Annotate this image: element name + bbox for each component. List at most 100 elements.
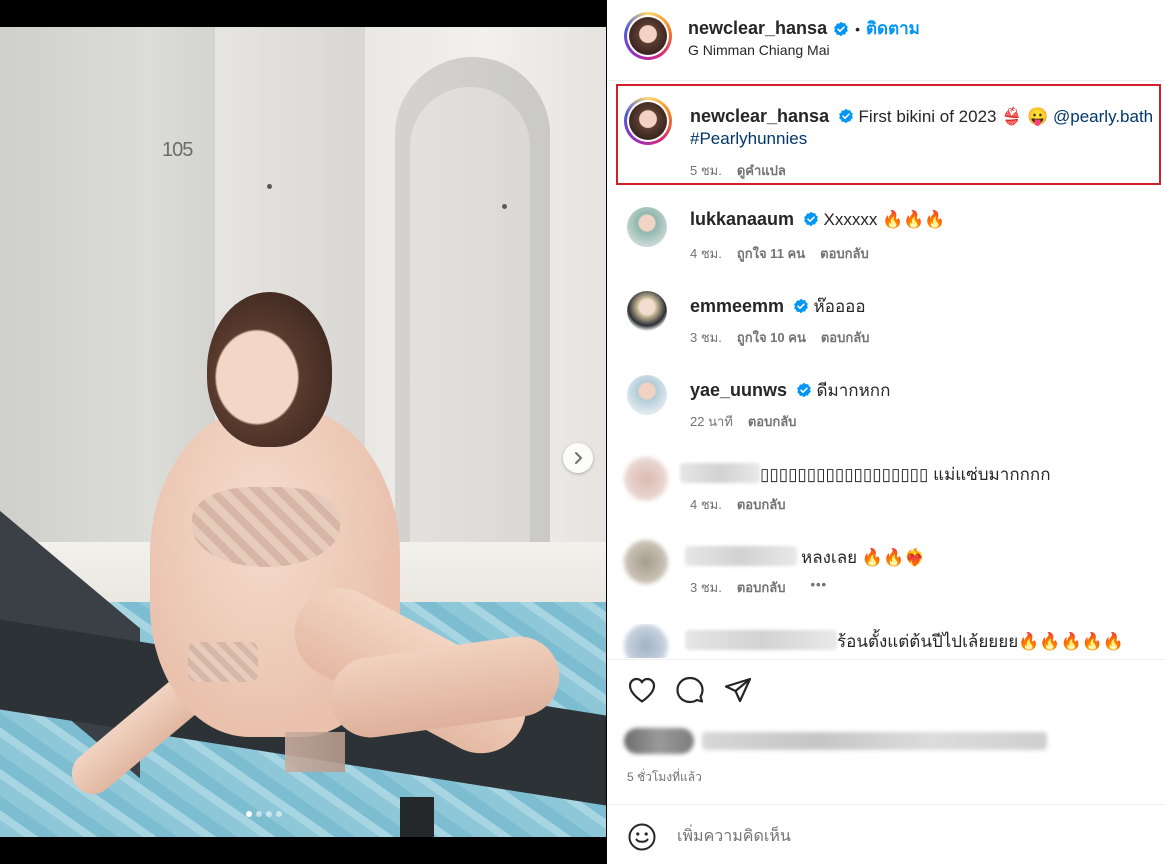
comment-item: lukkanaaum Xxxxxx 🔥🔥🔥 4 ชม. ถูกใจ 11 คน … <box>607 207 1164 267</box>
add-comment-bar <box>607 812 1164 864</box>
author-username[interactable]: newclear_hansa <box>688 18 827 39</box>
reply-button[interactable]: ตอบกลับ <box>737 577 786 598</box>
comment-text: ห๊ออออ <box>813 297 866 316</box>
comment-line: lukkanaaum Xxxxxx 🔥🔥🔥 <box>690 209 946 230</box>
comment-likes[interactable]: ถูกใจ 10 คน <box>737 327 806 348</box>
comment-time[interactable]: 4 ชม. <box>690 243 722 264</box>
see-translation-button[interactable]: ดูคำแปล <box>737 160 786 181</box>
emoji-picker-button[interactable] <box>627 822 657 857</box>
verified-badge-icon <box>839 108 853 124</box>
comment-item: emmeemm ห๊ออออ 3 ชม. ถูกใจ 10 คน ตอบกลับ <box>607 291 1164 351</box>
verified-badge-icon <box>834 21 848 36</box>
author-name-row: newclear_hansa • ติดตาม <box>688 15 920 42</box>
photo-room-number: 105 <box>162 139 193 161</box>
photo-swimwear-top <box>192 487 340 567</box>
carousel-next-button[interactable] <box>563 443 593 473</box>
comment-line: yae_uunws ดีมากหกก <box>690 377 890 404</box>
emoji-icon <box>628 823 656 851</box>
post-time-ago[interactable]: 5 ชั่วโมงที่แล้ว <box>627 768 702 787</box>
post-photo[interactable]: 105 <box>0 27 606 837</box>
divider <box>607 80 1164 81</box>
comment-time[interactable]: 22 นาที <box>690 411 733 432</box>
share-icon <box>724 677 752 703</box>
comment-line: ▯▯▯▯▯▯▯▯▯▯▯▯▯▯▯▯▯▯ แม่แซ่บมากกกก <box>680 461 1051 488</box>
comment-text: ร้อนตั้งแต่ต้นปีไปเล้ยยยย🔥🔥🔥🔥🔥 <box>837 632 1124 651</box>
chevron-right-icon <box>575 452 582 464</box>
divider <box>607 804 1164 805</box>
photo-censor-blur <box>285 732 345 772</box>
comment-item: ร้อนตั้งแต่ต้นปีไปเล้ยยยย🔥🔥🔥🔥🔥 <box>607 624 1164 658</box>
comment-input[interactable] <box>677 824 1137 850</box>
carousel-dot <box>246 811 252 817</box>
comment-meta: 4 ชม. ถูกใจ 11 คน ตอบกลับ <box>690 243 869 264</box>
divider <box>607 659 1164 660</box>
post-caption: newclear_hansa First bikini of 2023 👙 😛 … <box>607 97 1164 187</box>
comment-text: ▯▯▯▯▯▯▯▯▯▯▯▯▯▯▯▯▯▯ แม่แซ่บมากกกก <box>760 465 1051 484</box>
caption-username[interactable]: newclear_hansa <box>690 106 829 126</box>
likes-summary-blurred[interactable] <box>624 726 1047 756</box>
photo-wall-dot <box>267 184 272 189</box>
caption-line: newclear_hansa First bikini of 2023 👙 😛 … <box>690 106 1153 127</box>
comment-text: ดีมากหกก <box>816 381 891 400</box>
caption-mention-link[interactable]: @pearly.bath <box>1053 107 1153 126</box>
comment-time[interactable]: 4 ชม. <box>690 494 722 515</box>
comment-item: หลงเลย 🔥🔥❤️‍🔥 3 ชม. ตอบกลับ ••• <box>607 540 1164 600</box>
commenter-avatar-blurred[interactable] <box>624 540 668 584</box>
comment-meta: 3 ชม. ตอบกลับ ••• <box>690 577 827 598</box>
comment-time[interactable]: 3 ชม. <box>690 577 722 598</box>
carousel-indicator <box>246 811 282 817</box>
commenter-avatar[interactable] <box>627 291 667 331</box>
comment-likes[interactable]: ถูกใจ 11 คน <box>737 243 805 264</box>
share-button[interactable] <box>723 676 753 704</box>
caption-meta: 5 ชม. ดูคำแปล <box>690 160 786 181</box>
comment-line: ร้อนตั้งแต่ต้นปีไปเล้ยยยย🔥🔥🔥🔥🔥 <box>685 628 1124 655</box>
caption-time[interactable]: 5 ชม. <box>690 160 722 181</box>
carousel-dot <box>266 811 272 817</box>
reply-button[interactable]: ตอบกลับ <box>748 411 797 432</box>
reply-button[interactable]: ตอบกลับ <box>820 243 869 264</box>
comment-meta: 22 นาที ตอบกลับ <box>690 411 796 432</box>
comment-meta: 4 ชม. ตอบกลับ <box>690 494 785 515</box>
photo-lounger-leg <box>400 797 434 837</box>
photo-wall-dot <box>502 204 507 209</box>
comment-meta: 3 ชม. ถูกใจ 10 คน ตอบกลับ <box>690 327 869 348</box>
heart-icon <box>628 677 656 703</box>
caption-text: First bikini of 2023 👙 😛 <box>858 107 1054 126</box>
comment-icon <box>676 676 704 704</box>
comment-username[interactable]: emmeemm <box>690 296 784 316</box>
commenter-avatar[interactable] <box>627 375 667 415</box>
verified-badge-icon <box>803 211 818 227</box>
post-header: newclear_hansa • ติดตาม G Nimman Chiang … <box>607 0 1164 80</box>
more-options-icon[interactable]: ••• <box>810 577 827 598</box>
photo-swimwear-bottom <box>188 642 258 682</box>
photo-arch-inner <box>410 87 530 557</box>
comment-username-blurred[interactable] <box>685 546 797 566</box>
commenter-avatar-blurred[interactable] <box>624 457 668 501</box>
comment-username[interactable]: lukkanaaum <box>690 209 794 229</box>
post-actions <box>627 676 753 704</box>
caption-avatar[interactable] <box>624 97 672 145</box>
post-side-panel: newclear_hansa • ติดตาม G Nimman Chiang … <box>607 0 1164 864</box>
commenter-avatar-blurred[interactable] <box>624 624 668 658</box>
comment-username-blurred[interactable] <box>685 630 837 650</box>
reply-button[interactable]: ตอบกลับ <box>737 494 786 515</box>
post-location[interactable]: G Nimman Chiang Mai <box>688 42 830 58</box>
like-button[interactable] <box>627 676 657 704</box>
comment-item: ▯▯▯▯▯▯▯▯▯▯▯▯▯▯▯▯▯▯ แม่แซ่บมากกกก 4 ชม. ต… <box>607 457 1164 517</box>
comment-text: Xxxxxx 🔥🔥🔥 <box>823 210 946 229</box>
reply-button[interactable]: ตอบกลับ <box>821 327 870 348</box>
follow-button[interactable]: ติดตาม <box>866 15 920 42</box>
separator-dot: • <box>855 20 860 37</box>
author-avatar[interactable] <box>624 12 672 60</box>
verified-badge-icon <box>796 382 811 398</box>
comment-username-blurred[interactable] <box>680 463 760 483</box>
verified-badge-icon <box>793 298 808 314</box>
comment-line: emmeemm ห๊ออออ <box>690 293 866 320</box>
caption-hashtag-link[interactable]: #Pearlyhunnies <box>690 129 807 148</box>
commenter-avatar[interactable] <box>627 207 667 247</box>
caption-line-2: #Pearlyhunnies <box>690 129 807 149</box>
comment-username[interactable]: yae_uunws <box>690 380 787 400</box>
comment-text: หลงเลย 🔥🔥❤️‍🔥 <box>801 548 926 567</box>
comment-time[interactable]: 3 ชม. <box>690 327 722 348</box>
comment-button[interactable] <box>675 676 705 704</box>
